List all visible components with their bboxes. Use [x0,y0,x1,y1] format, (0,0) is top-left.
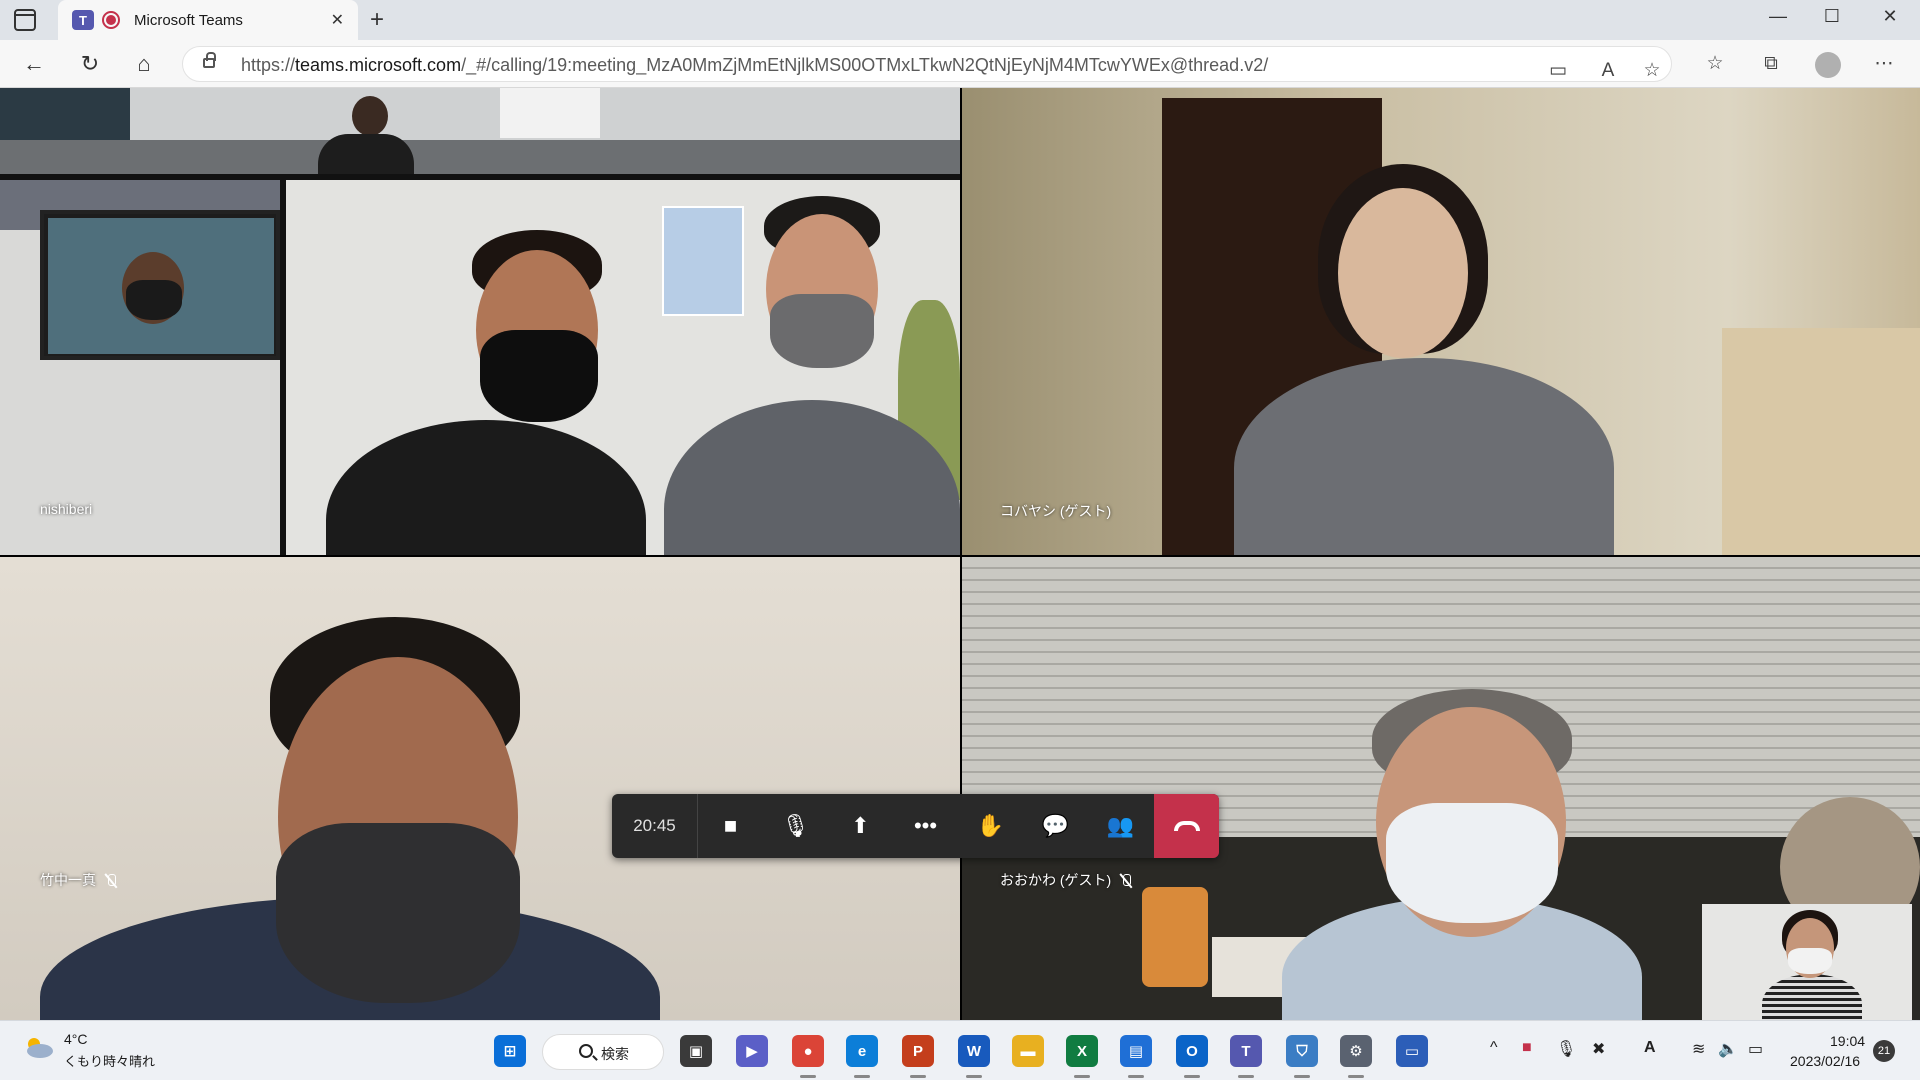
participant-name: コバヤシ (ゲスト) [1000,503,1112,519]
notification-badge[interactable]: 21 [1873,1040,1895,1062]
collections-icon[interactable]: ⧉ [1758,51,1784,77]
edge-icon[interactable]: e [846,1035,878,1067]
raise-hand-button[interactable]: ✋ [958,794,1023,858]
outlook-icon[interactable]: O [1176,1035,1208,1067]
browser-tab-bar: T Microsoft Teams ✕ + — ☐ ✕ [0,0,1920,40]
address-bar: ← ↻ ⌂ https://teams.microsoft.com/_#/cal… [0,40,1920,88]
chat-icon: 💬 [1041,813,1070,838]
chevron-up-icon[interactable]: ^ [1490,1039,1498,1057]
cloud-sun-icon[interactable] [22,1035,54,1059]
clock-date[interactable]: 2023/02/16 [1790,1053,1860,1069]
refresh-button[interactable]: ↻ [76,50,104,78]
new-tab-button[interactable]: + [370,6,384,34]
task-view-icon[interactable]: ▣ [680,1035,712,1067]
dropbox-icon[interactable]: ■ [1522,1039,1532,1057]
remote-icon[interactable]: ▭ [1396,1035,1428,1067]
search-icon [579,1044,593,1058]
tab-close-icon[interactable]: ✕ [331,10,344,30]
chrome-icon[interactable]: ● [792,1035,824,1067]
chat-button[interactable]: 💬 [1023,794,1088,858]
back-button[interactable]: ← [20,50,48,78]
people-icon: 👥 [1106,813,1135,838]
add-favorite-icon[interactable]: ☆ [1639,58,1665,84]
microphone-icon: 🎙 [781,813,810,838]
mic-off-icon [1119,874,1133,888]
running-indicator [1348,1075,1364,1078]
participants-button[interactable]: 👥 [1088,794,1153,858]
weather-temperature[interactable]: 4°C [64,1031,88,1047]
tray-a-icon[interactable]: A [1644,1039,1656,1057]
camera-icon[interactable]: ▭ [1545,58,1571,84]
participant-name: nishiberi [40,501,93,517]
excel-icon[interactable]: X [1066,1035,1098,1067]
start-icon[interactable]: ⊞ [494,1035,526,1067]
participant-name: おおかわ (ゲスト) [1000,870,1133,890]
notepad-blue-icon[interactable]: ▤ [1120,1035,1152,1067]
wifi-icon[interactable]: ≋ [1692,1039,1705,1059]
more-actions-button[interactable]: ••• [893,794,958,858]
room-strip [0,88,960,174]
teams-icon[interactable]: T [1230,1035,1262,1067]
read-aloud-icon[interactable]: A [1595,58,1621,84]
camera-toggle-button[interactable]: ■ [698,794,763,858]
recording-icon [102,11,120,29]
settings-icon[interactable]: ⚙ [1340,1035,1372,1067]
teams-chat-icon[interactable]: ▶ [736,1035,768,1067]
word-icon[interactable]: W [958,1035,990,1067]
running-indicator [966,1075,982,1078]
video-stage: nishiberi コバヤシ (ゲスト) 竹中一真 おおかわ (ゲスト) 20:… [0,88,1920,1020]
running-indicator [854,1075,870,1078]
profile-avatar[interactable] [1815,52,1841,78]
video-camera-icon: ■ [723,813,738,838]
video-tile-kobayashi[interactable]: コバヤシ (ゲスト) [962,88,1920,555]
minimize-button[interactable]: — [1758,6,1798,27]
hang-up-button[interactable] [1154,794,1219,858]
participant-name: 竹中一真 [40,870,118,890]
phone-hangup-icon [1173,821,1200,831]
video-tile-nishiberi[interactable]: nishiberi [0,88,960,555]
close-window-button[interactable]: ✕ [1870,6,1910,27]
running-indicator [1128,1075,1144,1078]
lock-icon[interactable] [203,52,216,68]
settings-menu-icon[interactable]: ⋯ [1871,51,1897,77]
defender-icon[interactable]: ⛉ [1286,1035,1318,1067]
hand-icon: ✋ [976,813,1005,838]
file-explorer-icon[interactable]: ▬ [1012,1035,1044,1067]
tray-mic-icon[interactable]: 🎙 [1556,1039,1576,1059]
battery-icon[interactable]: ▭ [1748,1039,1763,1059]
url-field[interactable]: https://teams.microsoft.com/_#/calling/1… [182,46,1672,82]
volume-icon[interactable]: 🔈 [1718,1039,1738,1059]
call-control-bar: 20:45 ■ 🎙 ⬆ ••• ✋ 💬 👥 [612,794,1219,858]
weather-description[interactable]: くもり時々晴れ [64,1051,155,1070]
video-tile-takenaka[interactable]: 竹中一真 [0,557,960,1020]
tab-actions-icon[interactable] [14,9,36,31]
running-indicator [1184,1075,1200,1078]
search-label: 検索 [601,1046,629,1062]
tab-title: Microsoft Teams [134,11,243,29]
maximize-button[interactable]: ☐ [1812,6,1852,27]
taskbar-search[interactable]: 検索 [542,1034,664,1070]
url-text: https://teams.microsoft.com/_#/calling/1… [241,55,1269,75]
teams-favicon-icon: T [72,10,94,30]
running-indicator [910,1075,926,1078]
running-indicator [1294,1075,1310,1078]
powerpoint-icon[interactable]: P [902,1035,934,1067]
home-button[interactable]: ⌂ [130,50,158,78]
tray-close-icon[interactable]: ✖ [1592,1039,1605,1059]
taskbar: 4°C くもり時々晴れ ⊞ ▣ ▶ ● e P W ▬ X ▤ O T ⛉ ⚙ ▭ 検索 ^ ■ 🎙 ✖ A… [0,1020,1920,1080]
share-screen-button[interactable]: ⬆ [828,794,893,858]
running-indicator [1074,1075,1090,1078]
browser-tab[interactable]: T Microsoft Teams ✕ [58,0,358,40]
favorites-icon[interactable]: ☆ [1702,51,1728,77]
running-indicator [800,1075,816,1078]
more-icon: ••• [913,813,938,838]
call-timer: 20:45 [612,794,698,858]
self-preview[interactable] [1702,904,1912,1020]
mic-toggle-button[interactable]: 🎙 [763,794,828,858]
share-icon: ⬆ [851,813,870,838]
clock-time[interactable]: 19:04 [1830,1033,1865,1049]
mic-off-icon [104,874,118,888]
running-indicator [1238,1075,1254,1078]
